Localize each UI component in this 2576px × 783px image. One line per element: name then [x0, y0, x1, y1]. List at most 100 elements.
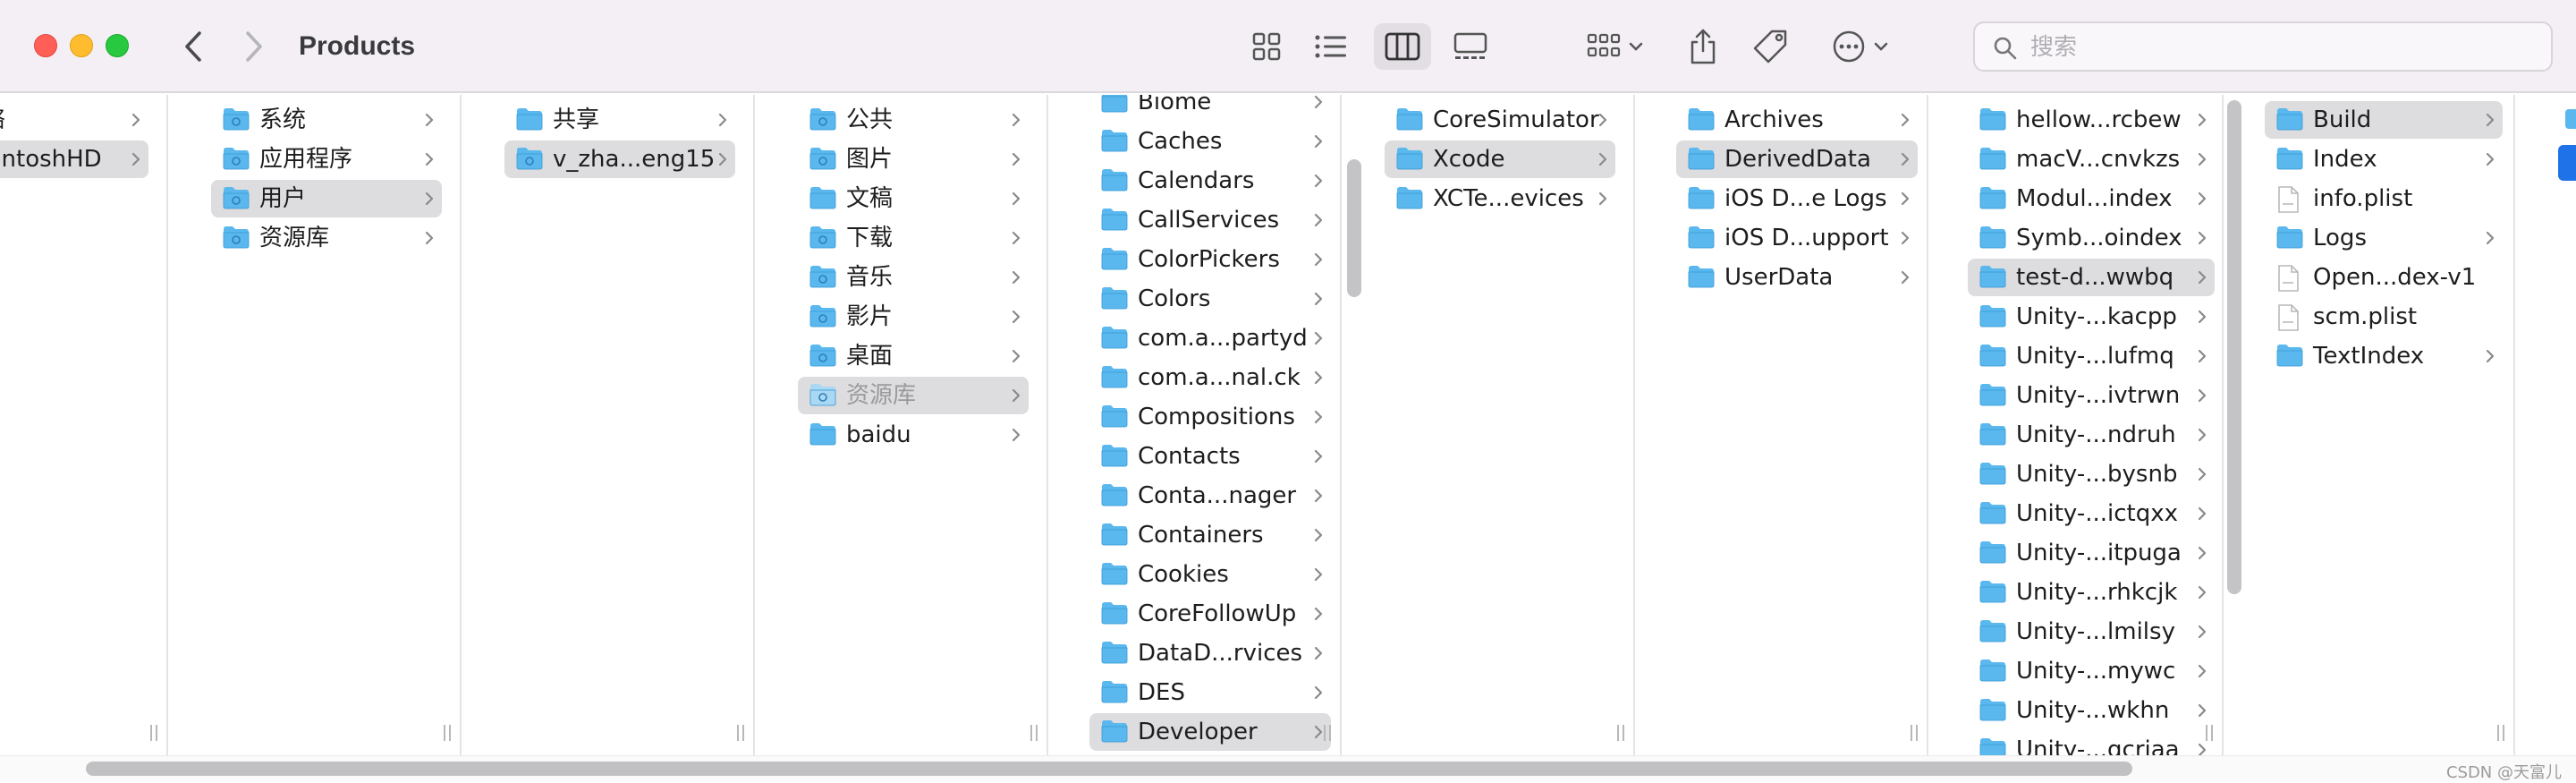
list-item[interactable]: Xcode	[1385, 140, 1615, 178]
list-item[interactable]: DES	[1089, 674, 1331, 711]
library-column[interactable]: Biome Caches Calendars CallServices Colo…	[1075, 95, 1342, 755]
list-item[interactable]: Caches	[1089, 123, 1331, 160]
list-item[interactable]: Modul...index	[1968, 180, 2215, 217]
list-item[interactable]: Unity-...lufmq	[1968, 337, 2215, 375]
list-item[interactable]: Calendars	[1089, 162, 1331, 200]
list-item[interactable]: 系统	[211, 101, 442, 139]
list-item[interactable]: scm.plist	[2265, 298, 2503, 336]
list-item[interactable]: UserData	[1676, 259, 1918, 296]
list-item[interactable]: Unity-...wkhn	[1968, 692, 2215, 729]
list-item[interactable]: com.a...nal.ck	[1089, 359, 1331, 396]
list-item[interactable]: Logs	[2265, 219, 2503, 257]
list-item[interactable]: Conta...nager	[1089, 477, 1331, 515]
list-item[interactable]: Symb...oindex	[1968, 219, 2215, 257]
list-item[interactable]: cintoshHD	[0, 140, 148, 178]
list-item[interactable]: 桌面	[798, 337, 1029, 375]
project-column[interactable]: Build Index info.plist Logs Open...dex-v…	[2247, 95, 2515, 755]
list-item[interactable]: 资源库	[211, 219, 442, 257]
column-resize-handle[interactable]	[1322, 725, 1333, 741]
list-item[interactable]: info.plist	[2265, 180, 2503, 217]
gallery-view-button[interactable]	[1442, 23, 1499, 70]
list-item[interactable]: 文稿	[798, 180, 1029, 217]
list-item[interactable]: Build	[2265, 101, 2503, 139]
list-item[interactable]: Unity-...gcriaa	[1968, 731, 2215, 755]
xcode-column[interactable]: Archives DerivedData iOS D...e Logs iOS …	[1662, 95, 1928, 755]
tag-button[interactable]	[1746, 21, 1796, 72]
list-item[interactable]: Developer	[1089, 713, 1331, 751]
list-item[interactable]: Index	[2265, 140, 2503, 178]
list-item[interactable]: Open...dex-v1	[2265, 259, 2503, 296]
list-item[interactable]: v_zha...eng15	[504, 140, 735, 178]
derived-data-column[interactable]: hellow...rcbew macV...cnvkzs Modul...ind…	[1955, 95, 2224, 755]
list-item[interactable]: 下载	[798, 219, 1029, 257]
developer-column[interactable]: CoreSimulator Xcode XCTe...evices	[1368, 95, 1635, 755]
list-item[interactable]: 共享	[504, 101, 735, 139]
list-item[interactable]: Compositions	[1089, 398, 1331, 436]
column-resize-handle[interactable]	[148, 725, 159, 741]
list-item[interactable]: Cookies	[1089, 556, 1331, 593]
list-item[interactable]: 络	[0, 101, 148, 139]
list-item[interactable]: Unity-...rhkcjk	[1968, 574, 2215, 611]
list-item[interactable]: CoreSimulator	[1385, 101, 1615, 139]
list-item[interactable]: Unity-...ivtrwn	[1968, 377, 2215, 414]
list-item[interactable]: iOS D...e Logs	[1676, 180, 1918, 217]
list-item[interactable]: Colors	[1089, 280, 1331, 318]
list-item[interactable]: 应用程序	[211, 140, 442, 178]
list-item[interactable]: Unity-...mywc	[1968, 652, 2215, 690]
group-by-button[interactable]	[1580, 23, 1651, 70]
list-item[interactable]: Contacts	[1089, 438, 1331, 475]
search-field[interactable]	[1973, 21, 2553, 72]
list-item[interactable]: 用户	[211, 180, 442, 217]
list-item[interactable]: baidu	[798, 416, 1029, 454]
home-column[interactable]: 公共 图片 文稿 下载 音乐 影片 桌面 资源库 baidu	[782, 95, 1048, 755]
list-item[interactable]: hellow...rcbew	[1968, 101, 2215, 139]
minimize-window-button[interactable]	[70, 34, 93, 57]
column-resize-handle[interactable]	[1615, 725, 1626, 741]
users-column[interactable]: 共享 v_zha...eng15	[488, 95, 755, 755]
list-item[interactable]: XCTe...evices	[1385, 180, 1615, 217]
list-item[interactable]: 影片	[798, 298, 1029, 336]
network-column[interactable]: 络 cintoshHD	[0, 95, 168, 755]
column-view-button[interactable]	[1374, 23, 1431, 70]
column-resize-handle[interactable]	[735, 725, 746, 741]
share-button[interactable]	[1680, 21, 1726, 72]
root-column[interactable]: 系统 应用程序 用户 资源库	[193, 95, 462, 755]
column-resize-handle[interactable]	[2496, 725, 2506, 741]
zoom-window-button[interactable]	[106, 34, 129, 57]
list-item[interactable]: Containers	[1089, 516, 1331, 554]
list-item[interactable]: DerivedData	[1676, 140, 1918, 178]
column-resize-handle[interactable]	[1029, 725, 1039, 741]
vertical-scroll-thumb[interactable]	[1347, 159, 1361, 297]
list-item[interactable]: CallServices	[1089, 201, 1331, 239]
icon-view-button[interactable]	[1238, 23, 1295, 70]
column-resize-handle[interactable]	[442, 725, 453, 741]
list-item[interactable]: iOS D...upport	[1676, 219, 1918, 257]
column-resize-handle[interactable]	[1909, 725, 1919, 741]
list-item[interactable]: TextIndex	[2265, 337, 2503, 375]
search-input[interactable]	[2030, 30, 2531, 64]
more-actions-button[interactable]	[1825, 23, 1896, 70]
list-item[interactable]: Unity-...lmilsy	[1968, 613, 2215, 651]
list-item[interactable]: com.a...partyd	[1089, 319, 1331, 357]
list-item[interactable]: CoreFollowUp	[1089, 595, 1331, 633]
list-item[interactable]: Unity-...ictqxx	[1968, 495, 2215, 532]
list-item[interactable]: Archives	[1676, 101, 1918, 139]
list-item[interactable]: Unity-...ndruh	[1968, 416, 2215, 454]
list-item[interactable]: Unity-...kacpp	[1968, 298, 2215, 336]
list-item[interactable]: Unity-...itpuga	[1968, 534, 2215, 572]
list-item[interactable]: 资源库	[798, 377, 1029, 414]
forward-button[interactable]	[236, 27, 272, 66]
horizontal-scrollbar[interactable]: CSDN @天富儿	[0, 755, 2576, 782]
next-column-selected-item[interactable]	[2558, 145, 2576, 181]
horizontal-scroll-thumb[interactable]	[86, 762, 2132, 776]
list-item[interactable]: 公共	[798, 101, 1029, 139]
list-item[interactable]: test-d...wwbq	[1968, 259, 2215, 296]
list-item[interactable]: 图片	[798, 140, 1029, 178]
list-item[interactable]: macV...cnvkzs	[1968, 140, 2215, 178]
list-item[interactable]: 音乐	[798, 259, 1029, 296]
back-button[interactable]	[175, 27, 211, 66]
column-resize-handle[interactable]	[2204, 725, 2215, 741]
close-window-button[interactable]	[34, 34, 57, 57]
list-item[interactable]: ColorPickers	[1089, 241, 1331, 278]
list-item[interactable]: Biome	[1089, 95, 1331, 121]
